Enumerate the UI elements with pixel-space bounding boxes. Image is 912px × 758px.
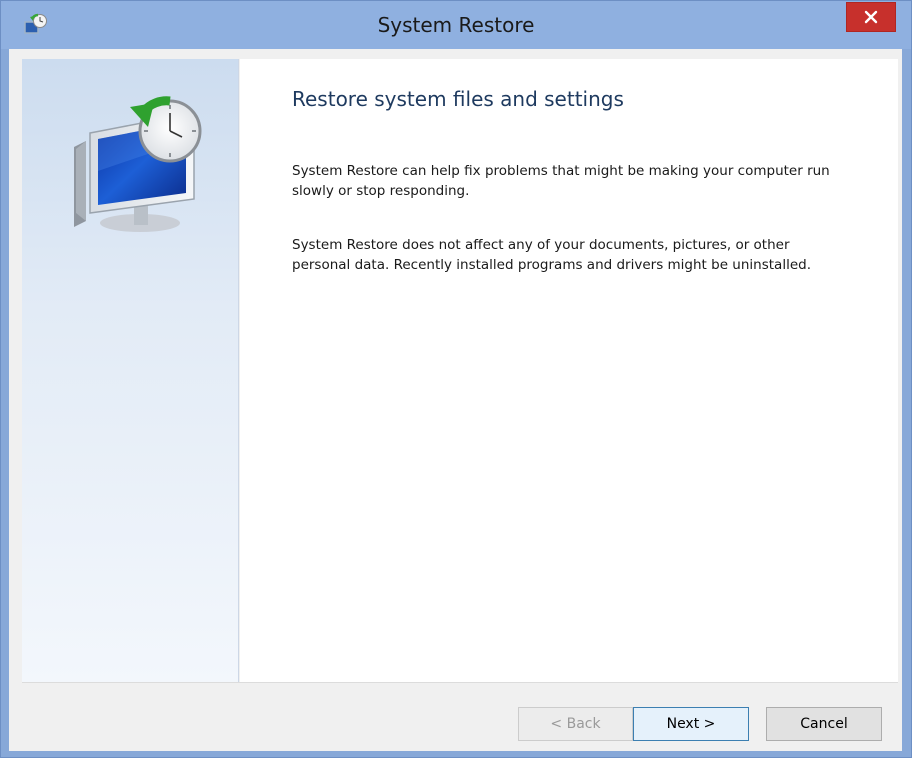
description-text: System Restore can help fix problems tha…: [292, 163, 830, 199]
next-button[interactable]: Next >: [633, 707, 749, 741]
cancel-button[interactable]: Cancel: [766, 707, 882, 741]
close-button[interactable]: [846, 2, 896, 32]
wizard-content: Restore system files and settings System…: [240, 59, 898, 682]
system-restore-window: System Restore Restore system files and …: [0, 0, 912, 758]
monitor-clock-restore-icon: [74, 96, 202, 232]
back-button[interactable]: < Back: [518, 707, 633, 741]
footer-divider: [22, 682, 898, 683]
dialog-client-area: Restore system files and settings System…: [9, 49, 902, 751]
window-title: System Restore: [377, 13, 535, 37]
close-icon: [864, 10, 878, 24]
page-title: Restore system files and settings: [292, 87, 624, 111]
data-safety-text: System Restore does not affect any of yo…: [292, 237, 811, 273]
title-bar[interactable]: System Restore: [1, 1, 911, 49]
wizard-sidebar: [22, 59, 239, 682]
